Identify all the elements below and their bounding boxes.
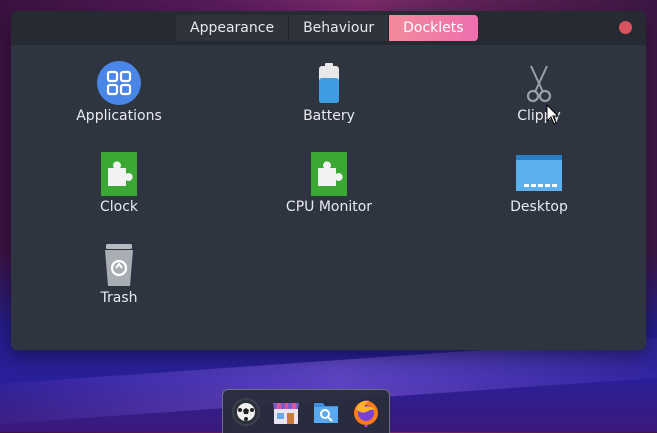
docklet-clock[interactable]: Clock [44, 141, 194, 221]
docklet-cpu-monitor[interactable]: CPU Monitor [254, 141, 404, 221]
tab-appearance[interactable]: Appearance [176, 15, 290, 41]
store-icon[interactable] [271, 397, 301, 427]
file-manager-icon[interactable] [311, 397, 341, 427]
docklet-label: Trash [100, 290, 138, 306]
docklet-label: Clock [99, 199, 139, 215]
docklet-battery[interactable]: Battery [254, 50, 404, 130]
docklet-clippy[interactable]: Clippy [464, 50, 614, 130]
trash-icon [105, 244, 133, 286]
dock [222, 389, 390, 433]
docklet-label: Clippy [517, 108, 561, 124]
puzzle-piece-icon [311, 152, 347, 196]
desktop-icon [516, 155, 562, 191]
docklet-label: CPU Monitor [285, 199, 373, 215]
soccer-ball-icon[interactable] [231, 397, 261, 427]
battery-icon [319, 63, 339, 103]
docklet-label: Desktop [510, 199, 568, 215]
close-button[interactable] [619, 21, 632, 34]
tab-docklets[interactable]: Docklets [389, 15, 478, 41]
scissors-icon [526, 65, 552, 103]
titlebar: Appearance Behaviour Docklets [11, 11, 646, 45]
docklet-label: Applications [76, 108, 162, 124]
docklet-trash[interactable]: Trash [44, 232, 194, 312]
applications-icon [97, 61, 141, 105]
docklet-desktop[interactable]: Desktop [464, 141, 614, 221]
puzzle-piece-icon [101, 152, 137, 196]
mouse-cursor-icon [546, 104, 560, 125]
docklet-label: Battery [303, 108, 355, 124]
tab-bar: Appearance Behaviour Docklets [176, 15, 478, 41]
preferences-window: Appearance Behaviour Docklets Applicatio… [11, 11, 646, 350]
firefox-icon[interactable] [351, 397, 381, 427]
tab-behaviour[interactable]: Behaviour [289, 15, 390, 41]
docklet-applications[interactable]: Applications [44, 50, 194, 130]
